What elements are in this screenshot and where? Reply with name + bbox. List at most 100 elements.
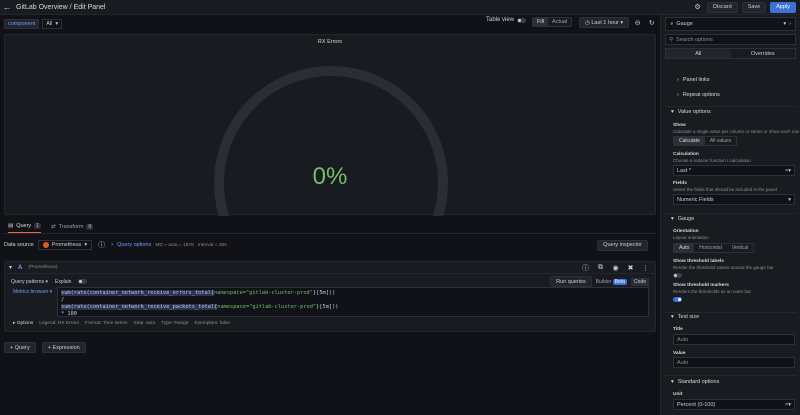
table-view-control[interactable]: Table view xyxy=(486,17,527,23)
chevron-right-icon: › xyxy=(677,92,679,98)
table-view-toggle[interactable] xyxy=(517,17,527,23)
query-options-meta: MD = auto = 1878 xyxy=(155,242,194,248)
unit-label: Unit xyxy=(673,392,683,397)
collapse-chevron-icon[interactable]: ▾ xyxy=(9,264,12,271)
query-options-summary[interactable]: ▸ Options Legend: RX Errors Format: Time… xyxy=(13,321,230,326)
fill-option[interactable]: Fill xyxy=(533,18,549,26)
add-query-button[interactable]: + Query xyxy=(4,342,36,353)
time-range-value: Last 1 hour xyxy=(591,19,619,26)
options-tabs: All Overrides xyxy=(665,48,796,59)
orientation-label: Orientation xyxy=(673,229,699,234)
explain-toggle[interactable] xyxy=(78,279,88,284)
visualization-picker[interactable]: ◕ Gauge ▾ › xyxy=(665,17,796,31)
threshold-markers-toggle[interactable] xyxy=(673,297,682,302)
query-source: (Prometheus) xyxy=(28,265,58,270)
info-icon[interactable]: ⓘ xyxy=(96,240,107,251)
orientation-auto-option[interactable]: Auto xyxy=(674,244,695,252)
gauge-track xyxy=(214,66,448,216)
value-size-input[interactable]: Auto xyxy=(673,357,795,368)
time-range-picker[interactable]: ◷ Last 1 hour ▾ xyxy=(579,17,630,28)
calculation-label: Calculation xyxy=(673,152,699,157)
show-radio-group: Calculate All values xyxy=(673,136,738,146)
threshold-markers-description: Renders the thresholds as an outer bar xyxy=(673,289,752,294)
fields-description: Select the fields that should be include… xyxy=(673,187,777,192)
gauge-viz-icon: ◕ xyxy=(670,21,674,27)
apply-button[interactable]: Apply xyxy=(770,1,796,13)
chevron-down-icon: ▾ xyxy=(788,196,791,203)
chevron-down-icon: ▾ xyxy=(55,21,59,27)
orientation-horizontal-option[interactable]: Horizontal xyxy=(694,244,727,252)
calculation-select[interactable]: Last * × ▾ xyxy=(673,165,795,176)
query-patterns-button[interactable]: Query patterns ▾ xyxy=(11,279,48,285)
chevron-down-icon: ▾ xyxy=(671,109,674,115)
datasource-name: Prometheus xyxy=(51,242,82,248)
database-icon: ▤ xyxy=(8,223,14,229)
variable-value: All xyxy=(46,21,53,27)
prometheus-logo-icon xyxy=(42,242,49,248)
gauge-section[interactable]: ▾ Gauge xyxy=(661,216,800,222)
options-search-input[interactable]: ⚲ Search options xyxy=(665,34,796,45)
save-button[interactable]: Save xyxy=(741,1,767,13)
variable-select[interactable]: All ▾ xyxy=(42,19,63,29)
standard-options-section[interactable]: ▾ Standard options xyxy=(661,379,800,385)
unit-select[interactable]: Percent (0-100) × ▾ xyxy=(673,399,795,410)
chevron-down-icon: ▾ xyxy=(671,216,674,222)
show-calculate-option[interactable]: Calculate xyxy=(674,137,705,145)
metrics-browser-button[interactable]: Metrics browser ▾ xyxy=(13,289,52,295)
repeat-options-section[interactable]: › Repeat options xyxy=(661,92,800,98)
threshold-labels-toggle[interactable] xyxy=(673,273,682,278)
chevron-right-icon: › xyxy=(789,21,791,27)
code-option[interactable]: Code xyxy=(631,277,649,286)
help-icon[interactable]: ⓘ xyxy=(580,262,591,273)
back-arrow-icon[interactable]: ← xyxy=(0,2,14,12)
chevron-right-icon: › xyxy=(111,242,114,248)
value-options-section[interactable]: ▾ Value options xyxy=(661,109,800,115)
query-code-input[interactable]: sum(rate(container_network_receive_error… xyxy=(57,287,649,317)
zoom-out-icon[interactable]: ⊖ xyxy=(632,17,643,28)
tab-transform[interactable]: ⇄ Transform 0 xyxy=(51,224,94,233)
drag-handle-icon[interactable]: ⋮ xyxy=(640,262,651,273)
actual-option[interactable]: Actual xyxy=(548,18,571,26)
refresh-icon[interactable]: ↻ xyxy=(646,17,657,28)
threshold-markers-label: Show threshold markers xyxy=(673,283,729,288)
add-expression-button[interactable]: + Expression xyxy=(41,342,86,353)
explain-label: Explain xyxy=(54,278,72,285)
chevron-down-icon: ▾ xyxy=(671,314,674,320)
chevron-right-icon: › xyxy=(677,77,679,83)
chevron-down-icon: ▾ xyxy=(620,19,624,26)
tab-transform-count: 0 xyxy=(86,224,94,230)
title-size-input[interactable]: Auto xyxy=(673,334,795,345)
query-editor: ▾ A (Prometheus) ⓘ ⧉ ◉ ✖ ⋮ Query pattern… xyxy=(4,261,656,332)
builder-option[interactable]: Builder Beta xyxy=(596,278,628,285)
trash-icon[interactable]: ✖ xyxy=(625,262,636,273)
run-queries-button[interactable]: Run queries xyxy=(550,276,592,287)
table-view-label: Table view xyxy=(486,17,515,23)
threshold-labels-label: Show threshold labels xyxy=(673,259,724,264)
tab-overrides[interactable]: Overrides xyxy=(731,49,796,58)
clock-icon: ◷ xyxy=(585,19,590,26)
show-all-values-option[interactable]: All values xyxy=(705,137,736,145)
threshold-labels-description: Render the threshold values around the g… xyxy=(673,265,774,270)
query-inspector-button[interactable]: Query inspector xyxy=(597,239,648,251)
orientation-vertical-option[interactable]: Vertical xyxy=(727,244,753,252)
show-description: Calculate a single value per column or s… xyxy=(673,129,800,134)
chevron-down-icon: ▾ xyxy=(671,379,674,385)
discard-button[interactable]: Discard xyxy=(707,1,738,13)
top-bar: ← GitLab Overview / Edit Panel ⚙ Discard… xyxy=(0,0,800,15)
text-size-section[interactable]: ▾ Text size xyxy=(661,314,800,320)
query-interval: Interval = 30s xyxy=(197,242,227,248)
panel-links-section[interactable]: › Panel links xyxy=(661,77,800,83)
duplicate-icon[interactable]: ⧉ xyxy=(595,262,606,273)
tab-query-count: 1 xyxy=(34,223,41,229)
datasource-select[interactable]: Prometheus ▾ xyxy=(37,240,93,250)
query-options-button[interactable]: Query options xyxy=(117,242,151,248)
query-letter[interactable]: A xyxy=(18,265,22,271)
eye-icon[interactable]: ◉ xyxy=(610,262,621,273)
options-pane: ◕ Gauge ▾ › ⚲ Search options All Overrid… xyxy=(660,15,800,415)
panel-size-toggle: Fill Actual xyxy=(532,17,573,27)
tab-all[interactable]: All xyxy=(666,49,731,58)
tab-query[interactable]: ▤ Query 1 xyxy=(8,223,41,233)
fields-select[interactable]: Numeric Fields ▾ xyxy=(673,194,795,205)
settings-gear-icon[interactable]: ⚙ xyxy=(692,2,703,13)
query-tabs: ▤ Query 1 ⇄ Transform 0 xyxy=(4,220,656,234)
